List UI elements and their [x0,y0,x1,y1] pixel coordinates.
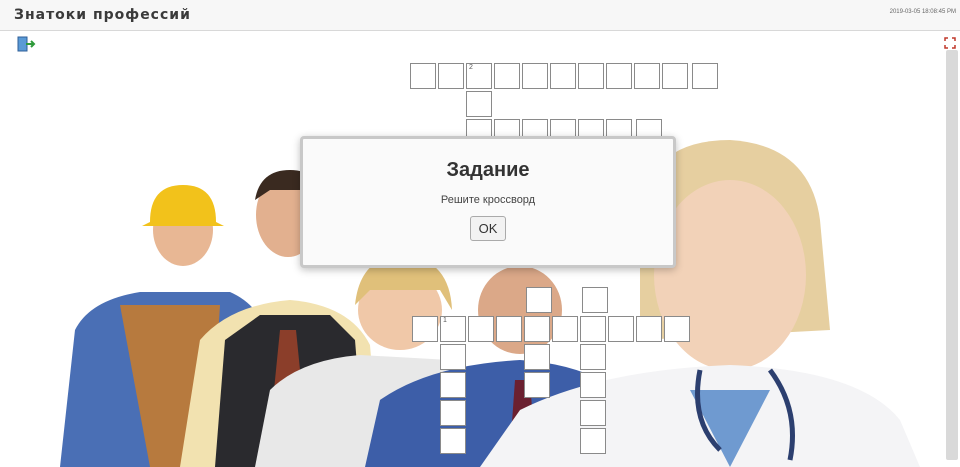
crossword-cell[interactable] [608,316,634,342]
crossword-cell[interactable] [468,316,494,342]
crossword-cell[interactable] [526,287,552,313]
crossword-cell[interactable] [524,372,550,398]
dialog-message: Решите кроссворд [440,194,536,206]
timestamp: 2019-03-05 18:08:45 PM [889,9,956,15]
crossword-cell[interactable] [440,316,466,342]
crossword-cell[interactable] [440,344,466,370]
crossword-cell[interactable] [606,63,632,89]
app-title: Знатоки профессий [14,7,191,23]
crossword-cell[interactable] [580,428,606,454]
crossword-cell[interactable] [664,316,690,342]
crossword-cell[interactable] [494,63,520,89]
crossword-cell[interactable] [636,316,662,342]
crossword-cell[interactable] [662,63,688,89]
crossword-cell[interactable] [580,316,606,342]
task-dialog: Задание Решите кроссворд OK [300,136,676,268]
crossword-cell[interactable] [412,316,438,342]
scrollbar[interactable] [946,50,958,460]
fullscreen-icon[interactable] [944,36,956,49]
crossword-cell[interactable] [440,428,466,454]
crossword-cell[interactable] [466,63,492,89]
crossword-cell[interactable] [410,63,436,89]
crossword-cell[interactable] [440,372,466,398]
crossword-cell[interactable] [582,287,608,313]
crossword-cell[interactable] [634,63,660,89]
crossword-cell[interactable] [524,316,550,342]
crossword-cell[interactable] [522,63,548,89]
crossword-cell[interactable] [580,372,606,398]
crossword-cell[interactable] [550,63,576,89]
crossword-cell[interactable] [524,344,550,370]
crossword-cell[interactable] [580,400,606,426]
top-bar: Знатоки профессий 2019-03-05 18:08:45 PM [0,0,960,31]
dialog-title: Задание [446,159,530,181]
crossword-cell[interactable] [438,63,464,89]
crossword-cell[interactable] [552,316,578,342]
exit-door-icon[interactable] [16,36,36,54]
crossword-cell[interactable] [580,344,606,370]
crossword-cell[interactable] [466,91,492,117]
ok-button[interactable]: OK [469,216,507,241]
crossword-cell[interactable] [440,400,466,426]
crossword-cell[interactable] [496,316,522,342]
crossword-cell[interactable] [578,63,604,89]
crossword-cell[interactable] [692,63,718,89]
